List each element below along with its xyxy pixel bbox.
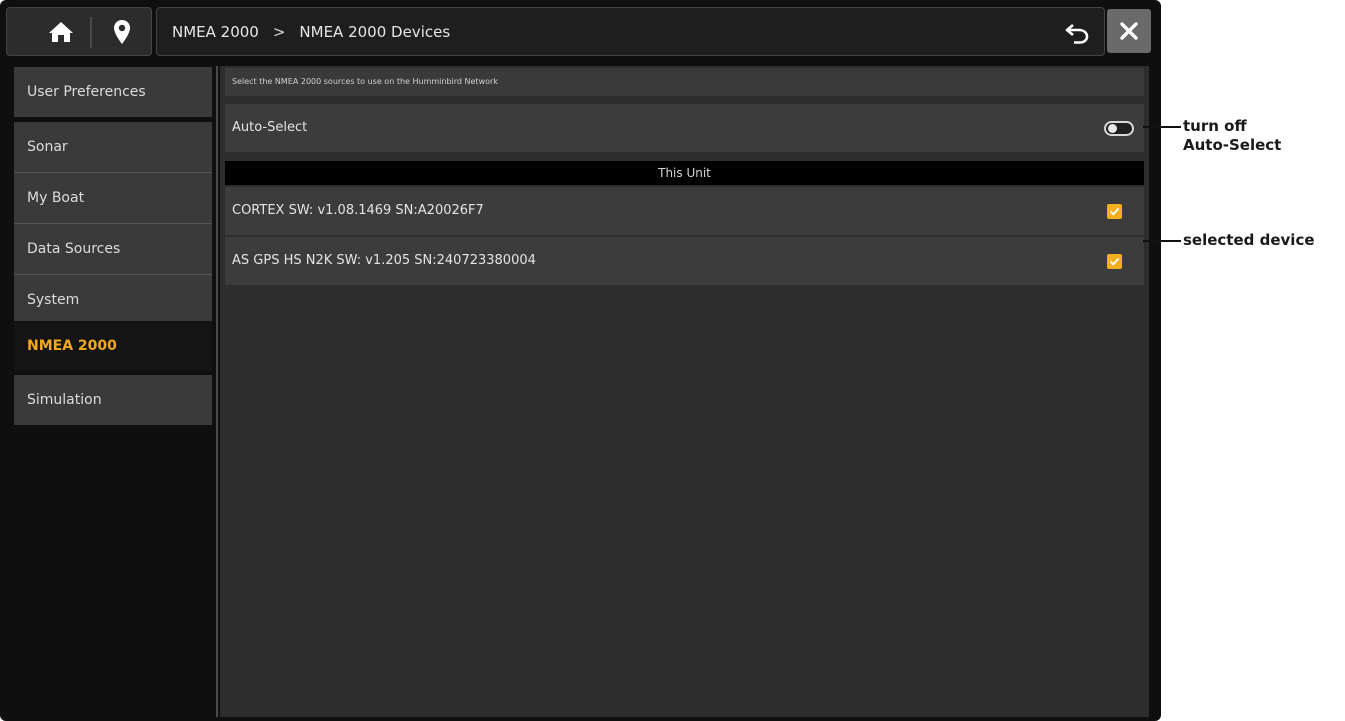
device-checkbox[interactable] [1107,254,1122,269]
toggle-knob [1108,124,1117,133]
checkmark-icon [1109,257,1120,266]
breadcrumb: NMEA 2000 > NMEA 2000 Devices [156,7,1105,56]
breadcrumb-item-nmea2000[interactable]: NMEA 2000 [172,23,259,41]
top-bar: NMEA 2000 > NMEA 2000 Devices [6,7,1151,56]
auto-select-label: Auto-Select [232,120,308,135]
main-panel: Select the NMEA 2000 sources to use on t… [220,66,1149,717]
device-label: AS GPS HS N2K SW: v1.205 SN:240723380004 [232,253,536,268]
auto-select-toggle[interactable] [1104,121,1134,136]
sidebar-item-my-boat[interactable]: My Boat [14,173,212,223]
device-checkbox[interactable] [1107,204,1122,219]
instruction-text: Select the NMEA 2000 sources to use on t… [225,68,1144,96]
device-row[interactable]: CORTEX SW: v1.08.1469 SN:A20026F7 [225,187,1144,235]
sidebar: User Preferences Sonar My Boat Data Sour… [14,67,214,717]
home-pin-group [6,7,152,56]
sidebar-item-system[interactable]: System [14,275,212,325]
close-button[interactable] [1107,9,1151,53]
sidebar-item-data-sources[interactable]: Data Sources [14,224,212,274]
auto-select-row[interactable]: Auto-Select [225,104,1144,152]
breadcrumb-separator: > [272,23,286,41]
sidebar-item-sonar[interactable]: Sonar [14,122,212,172]
device-label: CORTEX SW: v1.08.1469 SN:A20026F7 [232,203,484,218]
sidebar-item-label: User Preferences [27,84,146,100]
callout-selected-device: selected device [1183,231,1315,249]
sidebar-item-label: NMEA 2000 [27,338,117,354]
callout-auto-select: turn off Auto-Select [1183,117,1281,155]
sidebar-item-user-preferences[interactable]: User Preferences [14,67,212,117]
map-pin-icon[interactable] [113,19,131,45]
sidebar-item-label: Data Sources [27,241,121,257]
device-row[interactable]: AS GPS HS N2K SW: v1.205 SN:240723380004 [225,237,1144,285]
callout-line-selected-device [1143,240,1181,242]
sidebar-item-label: System [27,292,80,308]
panel-divider [216,66,218,717]
home-icon[interactable] [48,20,74,44]
callout-auto-select-line1: turn off [1183,117,1247,135]
section-header: This Unit [225,161,1144,185]
button-separator [90,17,92,48]
device-screen: NMEA 2000 > NMEA 2000 Devices User Prefere… [0,0,1161,721]
sidebar-item-simulation[interactable]: Simulation [14,375,212,425]
sidebar-item-label: Sonar [27,139,68,155]
callout-auto-select-line2: Auto-Select [1183,136,1282,154]
callout-line-auto-select [1143,126,1181,128]
breadcrumb-text: NMEA 2000 > NMEA 2000 Devices [172,23,450,41]
sidebar-item-label: Simulation [27,392,102,408]
sidebar-item-label: My Boat [27,190,85,206]
close-icon [1120,22,1138,40]
back-icon[interactable] [1065,22,1089,44]
breadcrumb-item-devices: NMEA 2000 Devices [299,23,451,41]
checkmark-icon [1109,207,1120,216]
sidebar-item-nmea-2000[interactable]: NMEA 2000 [14,321,212,371]
